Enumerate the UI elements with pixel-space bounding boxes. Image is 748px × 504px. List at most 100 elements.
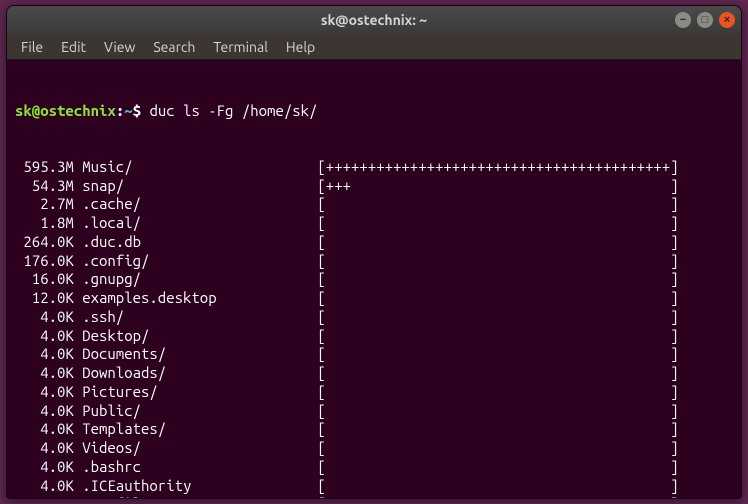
row-size: 1.8M <box>15 214 74 233</box>
row-size: 4.0K <box>15 439 74 458</box>
prompt-path: ~ <box>124 102 132 119</box>
close-icon: × <box>724 15 730 26</box>
output-row: 264.0K .duc.db [ ] <box>15 233 733 252</box>
row-bar: [ ] <box>317 270 678 289</box>
row-size: 4.0K <box>15 327 74 346</box>
output-row: 4.0K Downloads/ [ ] <box>15 364 733 383</box>
row-size: 176.0K <box>15 252 74 271</box>
row-bar: [ ] <box>317 420 678 439</box>
row-name: Templates/ <box>82 420 317 439</box>
row-bar: [+++ ] <box>317 177 678 196</box>
row-size: 4.0K <box>15 364 74 383</box>
row-name: .cache/ <box>82 195 317 214</box>
row-bar: [ ] <box>317 383 678 402</box>
output-row: 4.0K .profile [ ] <box>15 495 733 498</box>
row-name: .bashrc <box>82 458 317 477</box>
row-size: 264.0K <box>15 233 74 252</box>
row-bar: [ ] <box>317 327 678 346</box>
prompt-sep2: $ <box>133 102 141 119</box>
row-size: 4.0K <box>15 383 74 402</box>
output-row: 54.3M snap/ [+++ ] <box>15 177 733 196</box>
minimize-icon: − <box>680 15 686 26</box>
titlebar: sk@ostechnix: ~ − □ × <box>7 6 741 34</box>
menu-edit[interactable]: Edit <box>53 37 94 57</box>
row-name: Pictures/ <box>82 383 317 402</box>
row-name: Downloads/ <box>82 364 317 383</box>
row-bar: [ ] <box>317 458 678 477</box>
row-bar: [ ] <box>317 214 678 233</box>
output-row: 16.0K .gnupg/ [ ] <box>15 270 733 289</box>
row-size: 4.0K <box>15 458 74 477</box>
output-row: 1.8M .local/ [ ] <box>15 214 733 233</box>
close-button[interactable]: × <box>719 12 735 28</box>
row-bar: [ ] <box>317 252 678 271</box>
menu-terminal[interactable]: Terminal <box>205 37 276 57</box>
output-row: 12.0K examples.desktop [ ] <box>15 289 733 308</box>
row-size: 4.0K <box>15 420 74 439</box>
row-name: .ssh/ <box>82 308 317 327</box>
prompt-line-1: sk@ostechnix:~$ duc ls -Fg /home/sk/ <box>15 102 733 121</box>
row-size: 2.7M <box>15 195 74 214</box>
output-row: 4.0K Desktop/ [ ] <box>15 327 733 346</box>
row-name: snap/ <box>82 177 317 196</box>
output-row: 176.0K .config/ [ ] <box>15 252 733 271</box>
minimize-button[interactable]: − <box>675 12 691 28</box>
row-size: 54.3M <box>15 177 74 196</box>
prompt-sep1: : <box>116 102 124 119</box>
command-text: duc ls -Fg /home/sk/ <box>149 102 317 119</box>
output-row: 4.0K Pictures/ [ ] <box>15 383 733 402</box>
menu-view[interactable]: View <box>96 37 143 57</box>
row-size: 4.0K <box>15 345 74 364</box>
row-bar: [ ] <box>317 195 678 214</box>
output-row: 4.0K Templates/ [ ] <box>15 420 733 439</box>
row-size: 4.0K <box>15 495 74 498</box>
row-name: Music/ <box>82 158 317 177</box>
row-name: .profile <box>82 495 317 498</box>
row-name: Documents/ <box>82 345 317 364</box>
window-title: sk@ostechnix: ~ <box>321 12 427 28</box>
row-bar: [ ] <box>317 345 678 364</box>
output-row: 4.0K Videos/ [ ] <box>15 439 733 458</box>
row-name: .gnupg/ <box>82 270 317 289</box>
row-name: .duc.db <box>82 233 317 252</box>
row-name: Desktop/ <box>82 327 317 346</box>
menu-file[interactable]: File <box>13 37 51 57</box>
row-size: 16.0K <box>15 270 74 289</box>
window-controls: − □ × <box>675 12 735 28</box>
row-name: .ICEauthority <box>82 477 317 496</box>
row-size: 12.0K <box>15 289 74 308</box>
terminal-window: sk@ostechnix: ~ − □ × File Edit View Sea… <box>6 5 742 499</box>
output-lines: 595.3M Music/ [+++++++++++++++++++++++++… <box>15 158 733 498</box>
output-row: 4.0K .ICEauthority [ ] <box>15 477 733 496</box>
menu-help[interactable]: Help <box>278 37 323 57</box>
row-name: examples.desktop <box>82 289 317 308</box>
row-bar: [+++++++++++++++++++++++++++++++++++++++… <box>317 158 678 177</box>
row-name: .local/ <box>82 214 317 233</box>
row-bar: [ ] <box>317 439 678 458</box>
menubar: File Edit View Search Terminal Help <box>7 34 741 60</box>
menu-search[interactable]: Search <box>145 37 203 57</box>
output-row: 4.0K .ssh/ [ ] <box>15 308 733 327</box>
prompt-user-host: sk@ostechnix <box>15 102 116 119</box>
terminal-area[interactable]: sk@ostechnix:~$ duc ls -Fg /home/sk/ 595… <box>7 60 741 498</box>
row-bar: [ ] <box>317 477 678 496</box>
output-row: 4.0K Public/ [ ] <box>15 402 733 421</box>
row-bar: [ ] <box>317 308 678 327</box>
output-row: 595.3M Music/ [+++++++++++++++++++++++++… <box>15 158 733 177</box>
row-size: 4.0K <box>15 402 74 421</box>
row-bar: [ ] <box>317 495 678 498</box>
row-size: 4.0K <box>15 477 74 496</box>
row-bar: [ ] <box>317 233 678 252</box>
row-name: Videos/ <box>82 439 317 458</box>
maximize-button[interactable]: □ <box>697 12 713 28</box>
output-row: 4.0K Documents/ [ ] <box>15 345 733 364</box>
row-name: .config/ <box>82 252 317 271</box>
row-size: 595.3M <box>15 158 74 177</box>
maximize-icon: □ <box>702 15 709 26</box>
row-bar: [ ] <box>317 289 678 308</box>
row-bar: [ ] <box>317 402 678 421</box>
row-size: 4.0K <box>15 308 74 327</box>
output-row: 4.0K .bashrc [ ] <box>15 458 733 477</box>
row-name: Public/ <box>82 402 317 421</box>
row-bar: [ ] <box>317 364 678 383</box>
